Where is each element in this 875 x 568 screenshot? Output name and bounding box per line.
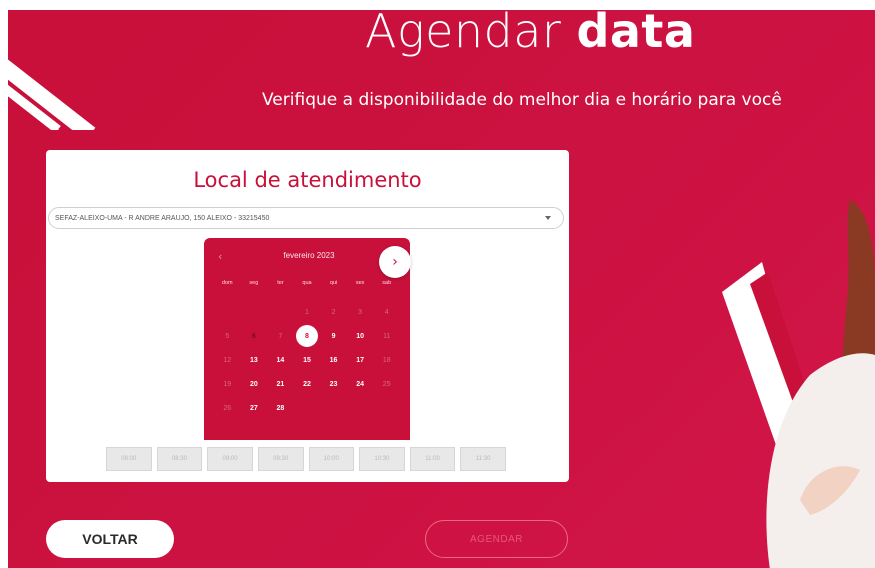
- calendar-day: 2: [331, 308, 336, 316]
- time-slot-button[interactable]: 08:30: [156, 447, 203, 471]
- calendar-day[interactable]: 21: [267, 372, 294, 396]
- page-title: Agendar data: [365, 4, 695, 58]
- weekday-label: sab: [382, 280, 392, 286]
- calendar-day: 18: [382, 356, 391, 364]
- calendar-day[interactable]: 16: [320, 348, 347, 372]
- calendar-day: 19: [223, 380, 232, 388]
- time-slot-button[interactable]: 08:00: [106, 447, 152, 471]
- time-slot-button[interactable]: 09:00: [207, 447, 253, 471]
- calendar-day: 7: [278, 332, 283, 340]
- weekday-label: qui: [329, 280, 338, 286]
- card-title: Local de atendimento: [193, 168, 422, 192]
- calendar-day-selected[interactable]: 8: [294, 324, 321, 348]
- calendar-day[interactable]: 17: [347, 348, 374, 372]
- calendar-day[interactable]: 6: [241, 324, 268, 348]
- calendar-day[interactable]: 10: [347, 324, 374, 348]
- time-slot-button[interactable]: 10:30: [359, 447, 405, 471]
- next-month-button[interactable]: ›: [379, 246, 411, 278]
- calendar-day: 1: [305, 308, 309, 316]
- calendar-day[interactable]: 27: [241, 396, 268, 420]
- calendar-day: 3: [358, 308, 363, 316]
- location-select-value: SEFAZ-ALEIXO-UMA - R ANDRE ARAUJO, 150 A…: [55, 214, 270, 222]
- page-title-bold: data: [576, 4, 696, 58]
- weekday-label: sex: [355, 280, 365, 286]
- calendar-header: ‹ fevereiro 2023 ›: [204, 246, 411, 278]
- calendar-empty-cell: [214, 300, 241, 324]
- schedule-button[interactable]: AGENDAR: [425, 520, 568, 558]
- weekday-label: ter: [277, 280, 284, 286]
- previous-month-icon[interactable]: ‹: [218, 250, 222, 263]
- calendar-day[interactable]: 23: [320, 372, 347, 396]
- calendar-day[interactable]: 28: [267, 396, 294, 420]
- page-title-light: Agendar: [365, 4, 562, 58]
- weekday-label: dom: [221, 280, 233, 286]
- decorative-stripes: [8, 10, 118, 130]
- weekday-label: qua: [302, 280, 312, 286]
- calendar-day[interactable]: 9: [320, 324, 347, 348]
- page-subtitle: Verifique a disponibilidade do melhor di…: [262, 90, 782, 110]
- time-slot-row: 08:00 08:30 09:00 09:30 10:00 10:30 11:00 11:30: [106, 447, 506, 471]
- calendar-day[interactable]: 22: [294, 372, 321, 396]
- date-picker: ‹ fevereiro 2023 › dom seg ter qua qui sex sab…: [204, 238, 411, 440]
- calendar-day: 26: [223, 404, 232, 412]
- calendar-day: 12: [223, 356, 232, 364]
- calendar-day[interactable]: 24: [347, 372, 374, 396]
- calendar-day[interactable]: 13: [241, 348, 268, 372]
- calendar-day[interactable]: 14: [267, 348, 294, 372]
- chevron-down-icon: [545, 216, 551, 220]
- time-slot-button[interactable]: 09:30: [257, 447, 304, 471]
- location-select[interactable]: SEFAZ-ALEIXO-UMA - R ANDRE ARAUJO, 150 A…: [48, 207, 564, 229]
- calendar-month-label: fevereiro 2023: [283, 251, 335, 260]
- calendar-day[interactable]: 20: [241, 372, 268, 396]
- calendar-day: 11: [383, 332, 391, 340]
- time-slot-button[interactable]: 10:00: [308, 447, 355, 471]
- calendar-day: 5: [225, 332, 230, 340]
- calendar-day: 4: [384, 308, 389, 316]
- calendar-day[interactable]: 15: [294, 348, 321, 372]
- time-slot-button[interactable]: 11:30: [460, 447, 506, 471]
- calendar-days-grid: 1 2 3 4 5 6 7 8 9 10 11 12 13 14 15 16 17 18 19 20 21 22 23 24 2…: [214, 300, 400, 420]
- booking-card: Local de atendimento SEFAZ-ALEIXO-UMA - …: [46, 150, 569, 482]
- calendar-day: 25: [382, 380, 391, 388]
- weekday-label: seg: [249, 280, 259, 286]
- back-button[interactable]: VOLTAR: [46, 520, 174, 558]
- calendar-day-label: 8: [295, 325, 318, 347]
- weekday-row: dom seg ter qua qui sex sab: [214, 280, 400, 286]
- calendar-empty-cell: [267, 300, 294, 324]
- calendar-empty-cell: [241, 300, 268, 324]
- person-image: [766, 200, 875, 568]
- time-slot-button[interactable]: 11:00: [409, 447, 456, 471]
